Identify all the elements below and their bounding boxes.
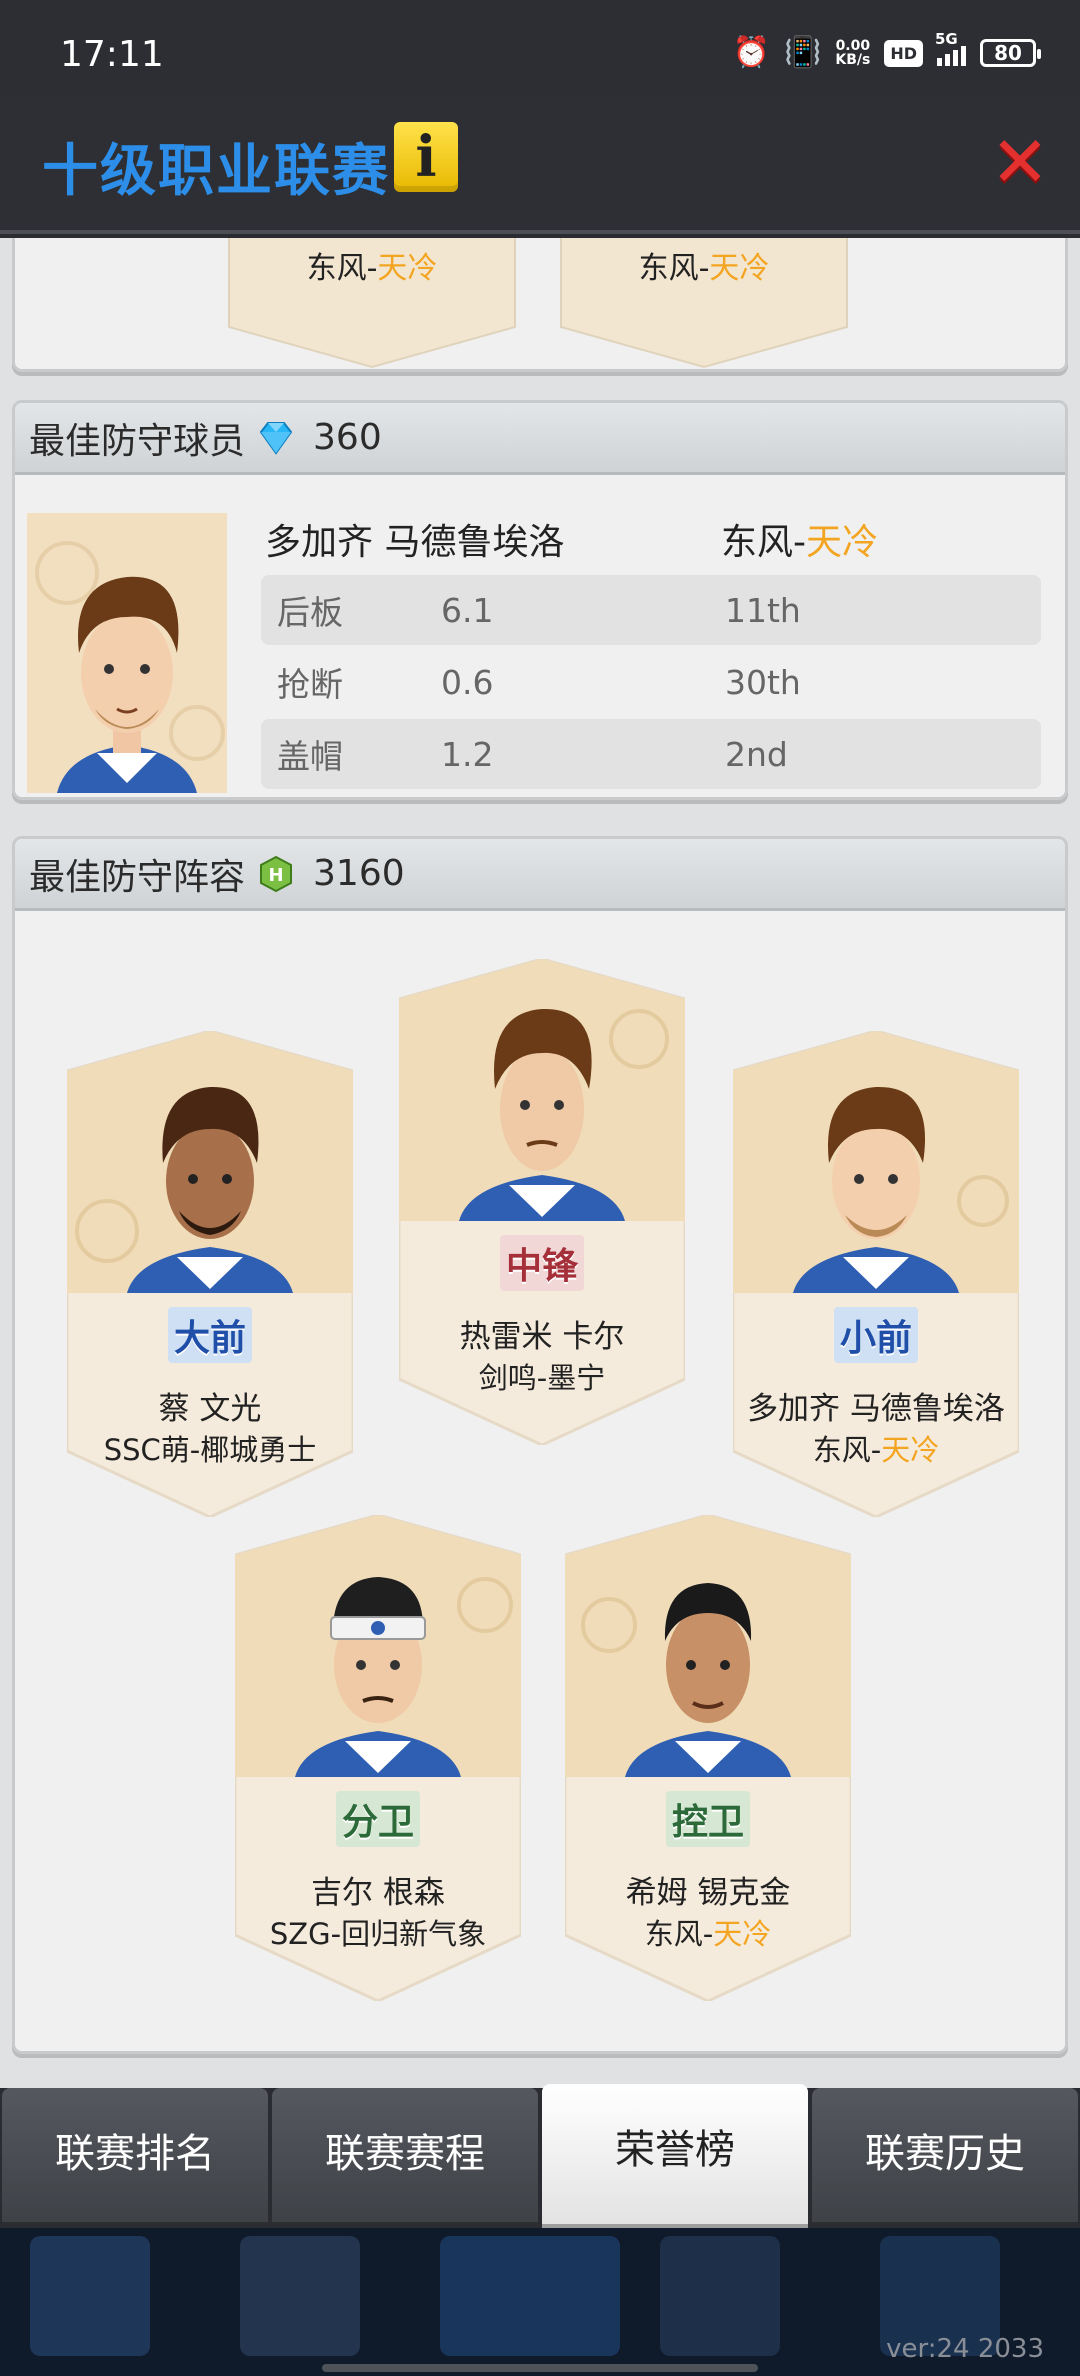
- lineup-card-shooting-guard[interactable]: 分卫 吉尔 根森 SZG-回归新气象: [235, 1515, 521, 2001]
- player-portrait: [67, 1031, 353, 1293]
- close-icon: ✕: [990, 121, 1050, 203]
- tab-league-standings[interactable]: 联赛排名: [2, 2088, 268, 2226]
- best-defender-title: 最佳防守球员: [29, 420, 246, 462]
- player-portrait: [733, 1031, 1019, 1293]
- best-defender-reward: 360: [313, 417, 382, 458]
- signal-icon: 5G: [935, 30, 966, 66]
- diamond-icon: [259, 421, 293, 455]
- hd-icon: HD: [884, 39, 923, 67]
- close-button[interactable]: ✕: [988, 127, 1052, 197]
- alarm-icon: ⏰: [732, 35, 770, 70]
- version-label: ver:24 2033: [886, 2334, 1044, 2364]
- prev-card-2-team: 东风-天冷: [638, 251, 770, 286]
- status-bar: 17:11 ⏰ 📳 0.00 KB/s HD 5G 80: [0, 0, 1080, 96]
- player-portrait: [27, 513, 227, 793]
- net-speed: 0.00 KB/s: [835, 38, 871, 68]
- tab-league-history[interactable]: 联赛历史: [812, 2088, 1078, 2226]
- prev-panel: 东风-天冷 东风-天冷: [12, 238, 1068, 372]
- lineup-card-power-forward[interactable]: 大前 蔡 文光 SSC萌-椰城勇士: [67, 1031, 353, 1517]
- best-lineup-title: 最佳防守阵容: [29, 856, 246, 898]
- dock-tile: [660, 2236, 780, 2356]
- honor-board-content[interactable]: 东风-天冷 东风-天冷 最佳防守球员 360 多加齐 马德鲁埃洛 东风-天冷 后…: [0, 238, 1080, 2088]
- prev-card-shapes: [228, 238, 848, 369]
- best-defender-name: 多加齐 马德鲁埃洛: [265, 522, 565, 563]
- dock-tile: [440, 2236, 620, 2356]
- lineup-card-small-forward[interactable]: 小前 多加齐 马德鲁埃洛 东风-天冷: [733, 1031, 1019, 1517]
- lineup-card-center[interactable]: 中锋 热雷米 卡尔 剑鸣-墨宁: [399, 959, 685, 1445]
- stat-row: 抢断 0.6 30th: [277, 662, 801, 705]
- vibrate-icon: 📳: [784, 35, 822, 70]
- lineup-card-point-guard[interactable]: 控卫 希姆 锡克金 东风-天冷: [565, 1515, 851, 2001]
- dock-tile: [240, 2236, 360, 2356]
- hexagon-token-icon: H: [260, 855, 293, 892]
- stat-row: 盖帽 1.2 2nd: [261, 719, 1041, 789]
- player-portrait: [235, 1515, 521, 1777]
- best-defender-panel: 最佳防守球员 360 多加齐 马德鲁埃洛 东风-天冷 后板 6.1 11th 抢…: [12, 400, 1068, 800]
- best-defender-team: 东风-天冷: [721, 522, 879, 563]
- svg-text:H: H: [268, 865, 283, 886]
- info-button[interactable]: i: [394, 122, 458, 192]
- best-lineup-header: 最佳防守阵容 H 3160: [15, 839, 1065, 911]
- dock-tile: [30, 2236, 150, 2356]
- status-time: 17:11: [60, 34, 164, 75]
- app-header: 十级职业联赛 i ✕: [0, 96, 1080, 234]
- best-defender-header: 最佳防守球员 360: [15, 403, 1065, 475]
- tab-honor-board[interactable]: 荣誉榜: [542, 2084, 808, 2228]
- battery-icon: 80: [980, 39, 1041, 67]
- status-icons: ⏰ 📳 0.00 KB/s HD 5G 80: [732, 30, 1041, 70]
- stat-row: 后板 6.1 11th: [261, 575, 1041, 645]
- player-portrait: [399, 959, 685, 1221]
- tab-bar: 联赛排名 联赛赛程 荣誉榜 联赛历史: [0, 2084, 1080, 2228]
- player-portrait: [565, 1515, 851, 1777]
- best-lineup-reward: 3160: [313, 853, 405, 894]
- prev-card-1-team: 东风-天冷: [306, 251, 438, 286]
- tab-league-schedule[interactable]: 联赛赛程: [272, 2088, 538, 2226]
- page-title: 十级职业联赛: [42, 139, 390, 204]
- home-indicator[interactable]: [322, 2364, 758, 2372]
- best-lineup-panel: 最佳防守阵容 H 3160 大前 蔡 文光 SSC萌-椰城勇士 中锋 热雷米 卡…: [12, 836, 1068, 2054]
